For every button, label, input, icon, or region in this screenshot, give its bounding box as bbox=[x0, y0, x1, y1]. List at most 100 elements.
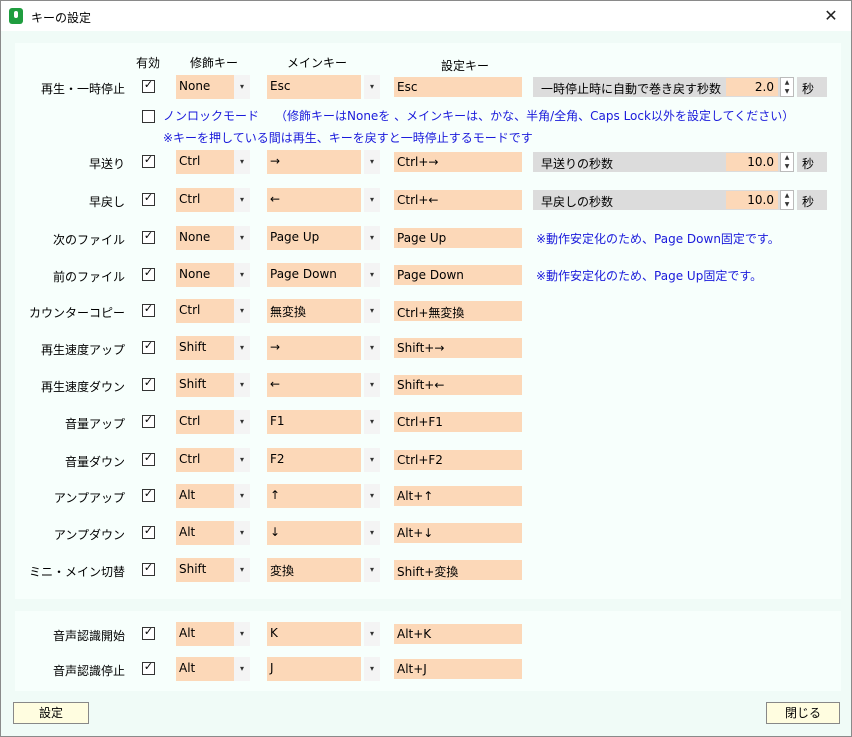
main-key-value: 無変換 bbox=[270, 305, 307, 319]
chevron-down-icon[interactable]: ▾ bbox=[364, 558, 380, 582]
chevron-down-icon[interactable]: ▾ bbox=[234, 373, 250, 397]
modifier-value: Ctrl bbox=[179, 414, 201, 428]
check-mark-icon: ✓ bbox=[143, 266, 154, 279]
modifier-select[interactable]: Ctrl ▾ bbox=[176, 299, 250, 323]
check-mark-icon: ✓ bbox=[143, 625, 154, 638]
header-enabled: 有効 bbox=[136, 56, 161, 70]
forward-seconds-spinner[interactable]: ▲ ▼ bbox=[780, 152, 794, 172]
row-label: 再生速度アップ bbox=[40, 343, 125, 357]
main-key-select[interactable]: F1 ▾ bbox=[267, 410, 380, 434]
modifier-select[interactable]: Shift ▾ bbox=[176, 373, 250, 397]
nonlock-checkbox[interactable] bbox=[142, 110, 155, 123]
forward-seconds-label: 早送りの秒数 bbox=[541, 157, 614, 171]
chevron-down-icon[interactable]: ▾ bbox=[364, 373, 380, 397]
chevron-down-icon[interactable]: ▾ bbox=[234, 521, 250, 545]
chevron-down-icon[interactable]: ▾ bbox=[234, 622, 250, 646]
modifier-select[interactable]: Shift ▾ bbox=[176, 336, 250, 360]
enabled-checkbox[interactable]: ✓ bbox=[142, 625, 155, 640]
spin-down-icon[interactable]: ▼ bbox=[785, 163, 790, 170]
row-label: カウンターコピー bbox=[28, 306, 125, 320]
check-mark-icon: ✓ bbox=[143, 487, 154, 500]
chevron-down-icon[interactable]: ▾ bbox=[234, 263, 250, 287]
forward-seconds-input[interactable]: 10.0 bbox=[726, 153, 778, 171]
check-mark-icon: ✓ bbox=[143, 451, 154, 464]
spin-up-icon[interactable]: ▲ bbox=[785, 192, 790, 199]
main-key-select[interactable]: Page Down ▾ bbox=[267, 263, 380, 287]
spin-down-icon[interactable]: ▼ bbox=[785, 201, 790, 208]
enabled-checkbox[interactable]: ✓ bbox=[142, 413, 155, 428]
modifier-select[interactable]: Shift ▾ bbox=[176, 558, 250, 582]
spin-down-icon[interactable]: ▼ bbox=[785, 88, 790, 95]
set-key-field: Shift+変換 bbox=[394, 560, 522, 580]
pause-rewind-unit: 秒 bbox=[802, 82, 815, 96]
modifier-select[interactable]: None ▾ bbox=[176, 263, 250, 287]
enabled-checkbox[interactable]: ✓ bbox=[142, 524, 155, 539]
rewind-seconds-input[interactable]: 10.0 bbox=[726, 191, 778, 209]
main-key-select[interactable]: J ▾ bbox=[267, 657, 380, 681]
enabled-checkbox[interactable]: ✓ bbox=[142, 451, 155, 466]
chevron-down-icon[interactable]: ▾ bbox=[364, 299, 380, 323]
spin-up-icon[interactable]: ▲ bbox=[785, 154, 790, 161]
enabled-checkbox[interactable]: ✓ bbox=[142, 487, 155, 502]
enabled-checkbox[interactable]: ✓ bbox=[142, 376, 155, 391]
main-key-select[interactable]: → ▾ bbox=[267, 336, 380, 360]
enabled-checkbox[interactable]: ✓ bbox=[142, 660, 155, 675]
apply-button[interactable]: 設定 bbox=[13, 702, 89, 724]
enabled-checkbox[interactable]: ✓ bbox=[142, 266, 155, 281]
chevron-down-icon[interactable]: ▾ bbox=[364, 484, 380, 508]
rewind-seconds-spinner[interactable]: ▲ ▼ bbox=[780, 190, 794, 210]
main-key-select[interactable]: 変換 ▾ bbox=[267, 558, 380, 582]
chevron-down-icon[interactable]: ▾ bbox=[364, 622, 380, 646]
modifier-select[interactable]: None ▾ bbox=[176, 226, 250, 250]
chevron-down-icon[interactable]: ▾ bbox=[234, 336, 250, 360]
modifier-select[interactable]: Alt ▾ bbox=[176, 622, 250, 646]
main-key-select[interactable]: K ▾ bbox=[267, 622, 380, 646]
main-key-select[interactable]: 無変換 ▾ bbox=[267, 299, 380, 323]
modifier-select[interactable]: Ctrl ▾ bbox=[176, 410, 250, 434]
chevron-down-icon[interactable]: ▾ bbox=[364, 657, 380, 681]
enabled-checkbox[interactable]: ✓ bbox=[142, 302, 155, 317]
close-window-button[interactable]: ✕ bbox=[819, 5, 843, 27]
enabled-checkbox[interactable]: ✓ bbox=[142, 339, 155, 354]
chevron-down-icon[interactable]: ▾ bbox=[234, 484, 250, 508]
chevron-down-icon[interactable]: ▾ bbox=[234, 558, 250, 582]
modifier-select[interactable]: Alt ▾ bbox=[176, 657, 250, 681]
chevron-down-icon[interactable]: ▾ bbox=[234, 657, 250, 681]
chevron-down-icon[interactable]: ▾ bbox=[234, 299, 250, 323]
modifier-select[interactable]: Alt ▾ bbox=[176, 521, 250, 545]
modifier-select[interactable]: Ctrl ▾ bbox=[176, 448, 250, 472]
spin-up-icon[interactable]: ▲ bbox=[785, 79, 790, 86]
chevron-down-icon[interactable]: ▾ bbox=[364, 263, 380, 287]
modifier-value: Ctrl bbox=[179, 452, 201, 466]
main-key-value: → bbox=[270, 340, 281, 354]
nonlock-label: ノンロックモード bbox=[163, 109, 260, 123]
chevron-down-icon[interactable]: ▾ bbox=[234, 448, 250, 472]
chevron-down-icon[interactable]: ▾ bbox=[364, 226, 380, 250]
modifier-select[interactable]: Alt ▾ bbox=[176, 484, 250, 508]
pause-rewind-input[interactable]: 2.0 bbox=[726, 78, 778, 96]
chevron-down-icon[interactable]: ▾ bbox=[364, 410, 380, 434]
set-key-field: Page Down bbox=[394, 265, 522, 285]
main-key-select[interactable]: ↑ ▾ bbox=[267, 484, 380, 508]
forward-seconds-setting: 早送りの秒数 10.0 ▲ ▼ 秒 bbox=[1, 150, 852, 174]
set-key-value: Alt+↑ bbox=[397, 489, 434, 503]
enabled-checkbox[interactable]: ✓ bbox=[142, 561, 155, 576]
main-key-select[interactable]: ← ▾ bbox=[267, 373, 380, 397]
set-key-field: Shift+→ bbox=[394, 338, 522, 358]
main-key-select[interactable]: Page Up ▾ bbox=[267, 226, 380, 250]
modifier-value: Alt bbox=[179, 525, 196, 539]
chevron-down-icon[interactable]: ▾ bbox=[364, 336, 380, 360]
header-modifier: 修飾キー bbox=[190, 56, 239, 70]
enabled-checkbox[interactable]: ✓ bbox=[142, 229, 155, 244]
chevron-down-icon[interactable]: ▾ bbox=[364, 448, 380, 472]
chevron-down-icon[interactable]: ▾ bbox=[234, 410, 250, 434]
chevron-down-icon[interactable]: ▾ bbox=[234, 226, 250, 250]
set-key-field: Ctrl+F2 bbox=[394, 450, 522, 470]
main-key-select[interactable]: F2 ▾ bbox=[267, 448, 380, 472]
chevron-down-icon[interactable]: ▾ bbox=[364, 521, 380, 545]
main-key-value: ↓ bbox=[270, 525, 281, 539]
main-key-select[interactable]: ↓ ▾ bbox=[267, 521, 380, 545]
check-mark-icon: ✓ bbox=[143, 229, 154, 242]
pause-rewind-spinner[interactable]: ▲ ▼ bbox=[780, 77, 794, 97]
close-button[interactable]: 閉じる bbox=[766, 702, 840, 724]
